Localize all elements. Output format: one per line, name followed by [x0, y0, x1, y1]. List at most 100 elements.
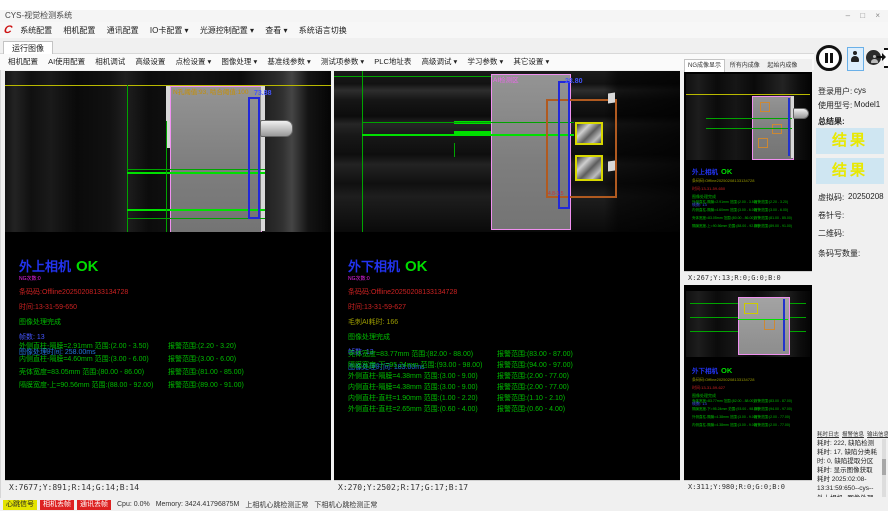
toolbar-ai-config[interactable]: AI使用配置 [48, 57, 85, 66]
toolbar-image-processing[interactable]: 图像处理 ▾ [221, 57, 257, 66]
log-tab-timing[interactable]: 耗时日志 [817, 432, 839, 438]
minimize-button[interactable]: – [846, 11, 854, 20]
menu-item-comm-config[interactable]: 通讯配置 [107, 26, 139, 35]
toolbar-baseline-params[interactable]: 基准线参数 ▾ [267, 57, 310, 66]
measurement-text: 外侧直柱-隔膜=2.91mm 范围:(2.00 - 3.50) [692, 200, 757, 204]
log-tab-alarm[interactable]: 报警信息 [842, 432, 864, 438]
weld-roi-yellow-box-1 [575, 122, 603, 145]
alarm-range-text: 报警范围:(81.00 - 85.00) [168, 367, 244, 377]
log-scrollbar[interactable] [882, 439, 886, 497]
measurement-row: 内侧直柱-直柱=1.90mm 范围:(1.00 - 2.20) 报警范围:(1.… [348, 393, 680, 403]
menu-item-camera-config[interactable]: 相机配置 [63, 26, 95, 35]
pause-button[interactable] [816, 45, 842, 71]
camera-name: 外下相机 [348, 259, 400, 274]
measurement-text: 外侧直柱-直柱=2.65mm 范围:(0.60 - 4.00) [348, 406, 478, 413]
log-tab-output[interactable]: 输出信息 [867, 432, 888, 438]
log-scrollbar-thumb[interactable] [882, 459, 886, 475]
toolbar-plc-table[interactable]: PLC地址表 [374, 57, 411, 66]
alarm-range-text: 报警范围:(0.60 - 4.00) [497, 404, 565, 414]
maximize-button[interactable]: □ [860, 11, 869, 20]
measurement-text: 内侧直柱-直柱=1.90mm 范围:(1.00 - 2.20) [348, 395, 478, 402]
toolbar-test-params[interactable]: 测试项参数 ▾ [321, 57, 364, 66]
measurement-text: 隔膜宽度-下=95.24mm 范围:(93.00 - 98.00) [348, 362, 482, 369]
logout-button[interactable] [884, 48, 888, 68]
gap-value-text: 28.80 [565, 78, 583, 85]
result-ok-label: OK [405, 258, 428, 275]
clip-highlight-1 [608, 93, 615, 104]
virtual-code-value: 20250208 [848, 192, 884, 201]
alarm-range-text: 报警范围:(83.00 - 87.00) [754, 399, 792, 404]
toolbar-advanced-settings[interactable]: 高级设置 [135, 57, 165, 66]
barcode-write-count-label: 条码写数量: [818, 248, 860, 259]
upper-camera-heartbeat-text: 上相机心跳检测正常 [245, 500, 308, 510]
close-button[interactable]: × [875, 11, 884, 20]
ai-region-label: AI检测区 [493, 74, 519, 84]
mini-measurement-row: 隔膜宽度-下=95.24mm 范围:(93.00 - 98.00) 报警范围:(… [692, 407, 812, 412]
bright-green-mark [738, 319, 788, 320]
alarm-range-text: 报警范围:(2.00 - 77.00) [497, 382, 569, 392]
measurement-row: 壳体宽度=83.77mm 范围:(82.00 - 88.00) 报警范围:(83… [348, 349, 680, 359]
menu-item-view[interactable]: 查看 ▾ [265, 26, 287, 35]
barcode-text: 条码码:Offline20250208133134728 [19, 287, 128, 297]
measure-green-hline-2 [127, 172, 265, 174]
weld-roi-yellow-box-2 [575, 155, 603, 181]
mini-yellow-mark [744, 303, 758, 314]
measurement-text: 内侧直柱-隔膜=4.38mm 范围:(3.00 - 9.00) [692, 423, 757, 427]
measurement-row: 隔膜宽度-上=90.56mm 范围:(88.00 - 92.00) 报警范围:(… [19, 380, 331, 390]
total-result-box-1: 结果 [816, 128, 884, 154]
measurement-text: 内侧直柱-隔膜=4.38mm 范围:(3.00 - 9.00) [348, 384, 478, 391]
menu-item-light-config[interactable]: 光源控制配置 ▾ [200, 26, 254, 35]
user-icon [851, 51, 859, 63]
gap-roi-blue-box [558, 81, 570, 209]
measure-green-vline-2 [166, 121, 167, 232]
time-text: 时间:13-31-59-650 [19, 302, 128, 312]
ai-time-text: 毛刺AI耗时: 166 [348, 317, 457, 327]
gap-roi-blue-line [788, 98, 790, 156]
menu-item-io-config[interactable]: IO卡配置 ▾ [150, 26, 189, 35]
menu-item-language[interactable]: 系统语言切换 [299, 26, 347, 35]
gap-value-text: 73.88 [254, 90, 272, 97]
toolbar-learning-params[interactable]: 学习参数 ▾ [467, 57, 503, 66]
toolbar-advanced-debug[interactable]: 高级调试 ▾ [421, 57, 457, 66]
toolbar-other-settings[interactable]: 其它设置 ▾ [513, 57, 549, 66]
alarm-range-text: 报警范围:(94.00 - 97.00) [754, 407, 792, 412]
camera-image-left[interactable]: N孔阈值:93, 啮合阈值:100 73.88 [5, 71, 331, 232]
tab-start-images[interactable]: 起始内成像 [764, 60, 800, 72]
model-label: 使用型号: [818, 100, 852, 111]
log-tabs: 耗时日志报警信息输出信息 [817, 430, 888, 438]
measurement-text: 外侧直柱-隔膜=4.38mm 范围:(3.00 - 9.00) [692, 415, 757, 419]
time-text: 时间:13-31-59-627 [692, 385, 754, 391]
measurement-text: 壳体宽度=83.05mm 范围:(80.00 - 86.00) [692, 216, 755, 220]
total-result-label: 总结果: [818, 116, 845, 127]
comm-drop-badge: 通讯丢帧 [77, 500, 111, 510]
measurement-text: 壳体宽度=83.05mm 范围:(80.00 - 86.00) [19, 369, 144, 376]
mini-measurement-row: 内侧直柱-隔膜=4.38mm 范围:(3.00 - 9.00) 报警范围:(2.… [692, 423, 812, 428]
tab-ng-display[interactable]: NG成像显示 [684, 59, 725, 72]
camera-drop-badge: 相机丢帧 [40, 500, 74, 510]
toolbar-spot-check[interactable]: 点检设置 ▾ [175, 57, 211, 66]
tab-strip: 运行图像 [0, 38, 888, 54]
mini-view-bottom: 外下相机OK 条码码:Offline20250208133134728 时间:1… [684, 285, 812, 480]
camera-title: 外上相机OK [19, 256, 128, 275]
mini-measurement-row: 壳体宽度=83.05mm 范围:(80.00 - 86.00) 报警范围:(81… [692, 216, 812, 221]
camera-name: 外下相机 [692, 368, 718, 375]
mini-image-bottom[interactable] [686, 291, 810, 357]
mini-view-top: 外上相机OK 条码码:Offline20250208133134728 时间:1… [684, 72, 812, 271]
connector-tab [793, 108, 809, 119]
mini-image-top[interactable] [686, 74, 810, 160]
pixel-status-mini-bottom: X:311;Y:980;R:0;G:0;B:0 [684, 480, 812, 494]
tab-all-images[interactable]: 所有内成像 [727, 60, 763, 72]
needle-number-label: 卷针号: [818, 210, 844, 221]
toolbar-camera-debug[interactable]: 相机调试 [95, 57, 125, 66]
menu-item-system-config[interactable]: 系统配置 [20, 26, 52, 35]
user-button[interactable] [847, 47, 864, 71]
cpu-usage-text: Cpu: 0.0% [117, 501, 150, 508]
login-user-value: cys [854, 86, 866, 95]
measurement-row: 内侧直柱-隔膜=4.60mm 范围:(3.00 - 6.00) 报警范围:(3.… [19, 354, 331, 364]
camera-image-middle[interactable]: AI检测区 28.80 4.8-1.5 [334, 71, 680, 232]
toolbar-camera-config[interactable]: 相机配置 [8, 57, 38, 66]
gap-roi-blue-box [248, 97, 260, 219]
clip-highlight-2 [608, 161, 615, 172]
window-controls: – □ × [846, 10, 884, 22]
alarm-range-text: 报警范围:(89.00 - 91.00) [754, 224, 792, 229]
